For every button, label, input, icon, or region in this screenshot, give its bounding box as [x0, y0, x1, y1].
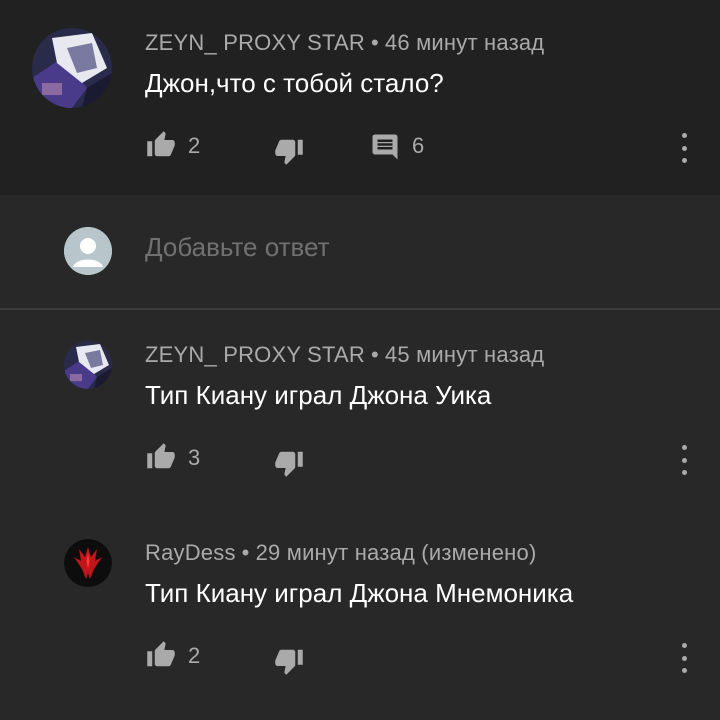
like-count: 3 — [188, 445, 201, 470]
comment-author[interactable]: ZEYN_ PROXY STAR — [145, 30, 365, 55]
comment-time: 46 минут назад — [384, 30, 545, 55]
author-avatar[interactable] — [64, 539, 112, 587]
like-button[interactable] — [145, 442, 177, 472]
replies-count: 6 — [412, 133, 425, 158]
thumbs-down-icon — [275, 649, 303, 675]
top-comment: ZEYN_ PROXY STAR • 46 минут назад Джон,что… — [0, 0, 720, 195]
comment-time: 29 минут назад (изменено) — [255, 540, 537, 565]
user-avatar-icon — [64, 227, 112, 275]
reply-bar: Добавьте ответ — [0, 195, 720, 310]
comment-author[interactable]: ZEYN_ PROXY STAR — [145, 342, 365, 367]
more-options-icon[interactable] — [678, 133, 690, 163]
like-count: 2 — [188, 643, 201, 668]
comment-icon — [372, 134, 398, 160]
thumbs-up-icon — [147, 641, 175, 667]
more-options-icon[interactable] — [678, 643, 690, 673]
thumbs-up-icon — [147, 131, 175, 157]
comment-text: Тип Киану играл Джона Мнемоника — [145, 578, 574, 608]
thumbs-down-icon — [275, 139, 303, 165]
thumbs-down-icon — [275, 451, 303, 477]
author-avatar[interactable] — [64, 341, 112, 389]
comment-author[interactable]: RayDess — [145, 540, 236, 565]
comment-text: Джон,что с тобой стало? — [145, 68, 444, 98]
meta-separator: • — [371, 30, 379, 55]
comment-meta: ZEYN_ PROXY STAR • 45 минут назад — [145, 342, 544, 368]
dislike-button[interactable] — [273, 136, 305, 166]
thumbs-up-icon — [147, 443, 175, 469]
author-avatar[interactable] — [32, 28, 112, 108]
comment-meta: RayDess • 29 минут назад (изменено) — [145, 540, 536, 566]
meta-separator: • — [241, 540, 250, 565]
like-button[interactable] — [145, 640, 177, 670]
comment-text: Тип Киану играл Джона Уика — [145, 380, 492, 410]
reply-input[interactable]: Добавьте ответ — [145, 232, 330, 263]
like-count: 2 — [188, 133, 201, 158]
replies-button[interactable] — [370, 132, 400, 162]
dislike-button[interactable] — [273, 448, 305, 478]
meta-separator: • — [371, 342, 379, 367]
dislike-button[interactable] — [273, 646, 305, 676]
like-button[interactable] — [145, 130, 177, 160]
comment-meta: ZEYN_ PROXY STAR • 46 минут назад — [145, 30, 544, 56]
more-options-icon[interactable] — [678, 445, 690, 475]
comment-time: 45 минут назад — [384, 342, 545, 367]
